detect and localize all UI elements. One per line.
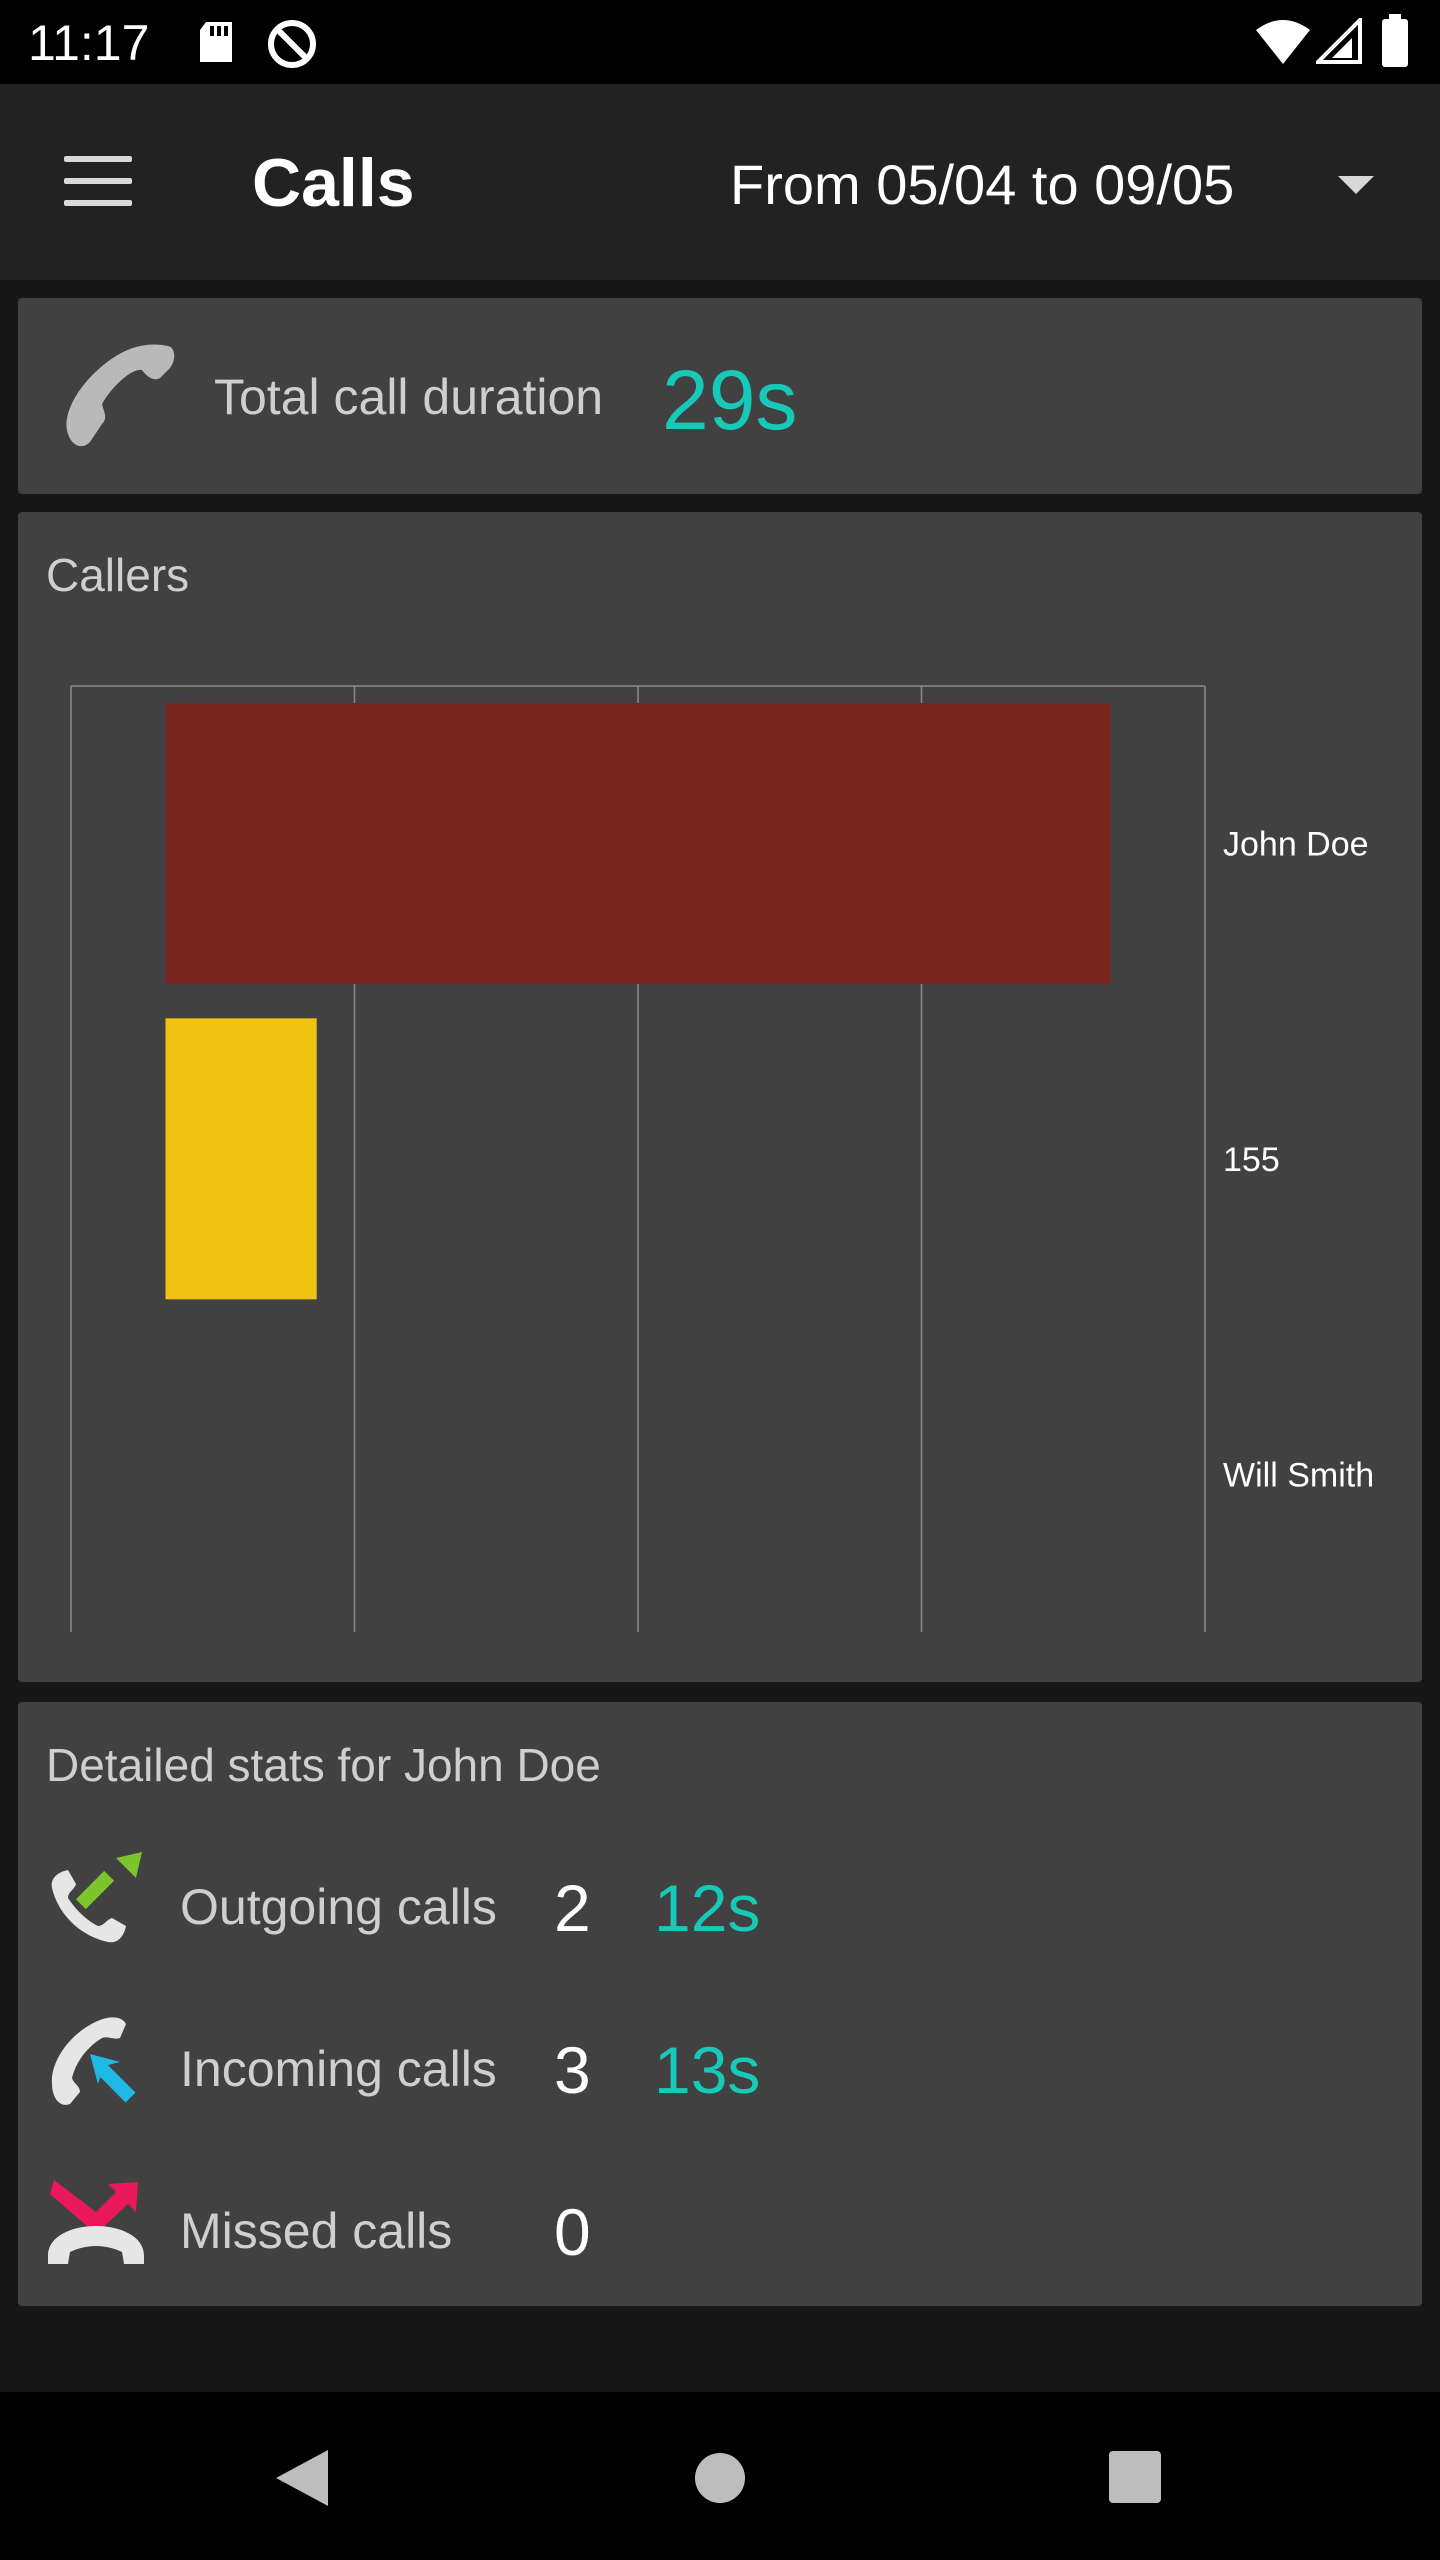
callers-chart: John Doe 155 Will Smith xyxy=(70,685,1374,1632)
details-card: Detailed stats for John Doe Outgoing cal… xyxy=(18,1702,1422,2306)
stat-label: Incoming calls xyxy=(180,2041,497,2097)
sd-card-icon xyxy=(200,22,232,62)
date-range-selector[interactable]: From 05/04 to 09/05 xyxy=(730,152,1234,217)
missed-call-icon xyxy=(48,2180,144,2264)
stat-label: Missed calls xyxy=(180,2203,453,2259)
outgoing-call-icon xyxy=(51,1852,142,1943)
total-duration-card: Total call duration 29s xyxy=(18,298,1422,494)
chart-bar[interactable] xyxy=(165,1018,317,1300)
stat-duration: 12s xyxy=(654,1871,761,1945)
stat-label: Outgoing calls xyxy=(180,1879,497,1935)
details-title: Detailed stats for John Doe xyxy=(46,1739,601,1791)
stat-row-missed: Missed calls 0 xyxy=(18,2166,1422,2296)
navigation-bar xyxy=(0,2392,1440,2560)
stat-duration: 13s xyxy=(654,2033,761,2107)
total-duration-value: 29s xyxy=(662,353,798,447)
total-duration-label: Total call duration xyxy=(214,369,604,425)
recents-icon[interactable] xyxy=(1108,2450,1162,2504)
phone-icon xyxy=(66,344,175,447)
stat-row-outgoing: Outgoing calls 2 12s xyxy=(18,1842,1422,1972)
menu-icon[interactable] xyxy=(64,156,132,208)
home-icon[interactable] xyxy=(694,2452,746,2504)
status-bar: 11:17 xyxy=(0,0,1440,84)
chevron-down-icon[interactable] xyxy=(1338,176,1374,194)
do-not-disturb-icon xyxy=(268,20,316,68)
chart-bar[interactable] xyxy=(165,703,1111,984)
incoming-call-icon xyxy=(51,2017,138,2105)
back-icon[interactable] xyxy=(272,2446,332,2510)
battery-icon xyxy=(1382,14,1408,67)
callers-card: Callers John Doe 155 Will Smith xyxy=(18,512,1422,1682)
stat-row-incoming: Incoming calls 3 13s xyxy=(18,2004,1422,2134)
chart-category-label: Will Smith xyxy=(1223,1456,1374,1494)
cell-signal-icon xyxy=(1316,18,1362,64)
page-title: Calls xyxy=(252,145,415,221)
chart-category-label: John Doe xyxy=(1223,826,1369,864)
stat-count: 2 xyxy=(554,1871,591,1945)
chart-category-label: 155 xyxy=(1223,1141,1280,1179)
stat-count: 0 xyxy=(554,2195,591,2269)
status-time: 11:17 xyxy=(28,15,150,71)
wifi-icon xyxy=(1256,20,1310,64)
stat-count: 3 xyxy=(554,2033,591,2107)
